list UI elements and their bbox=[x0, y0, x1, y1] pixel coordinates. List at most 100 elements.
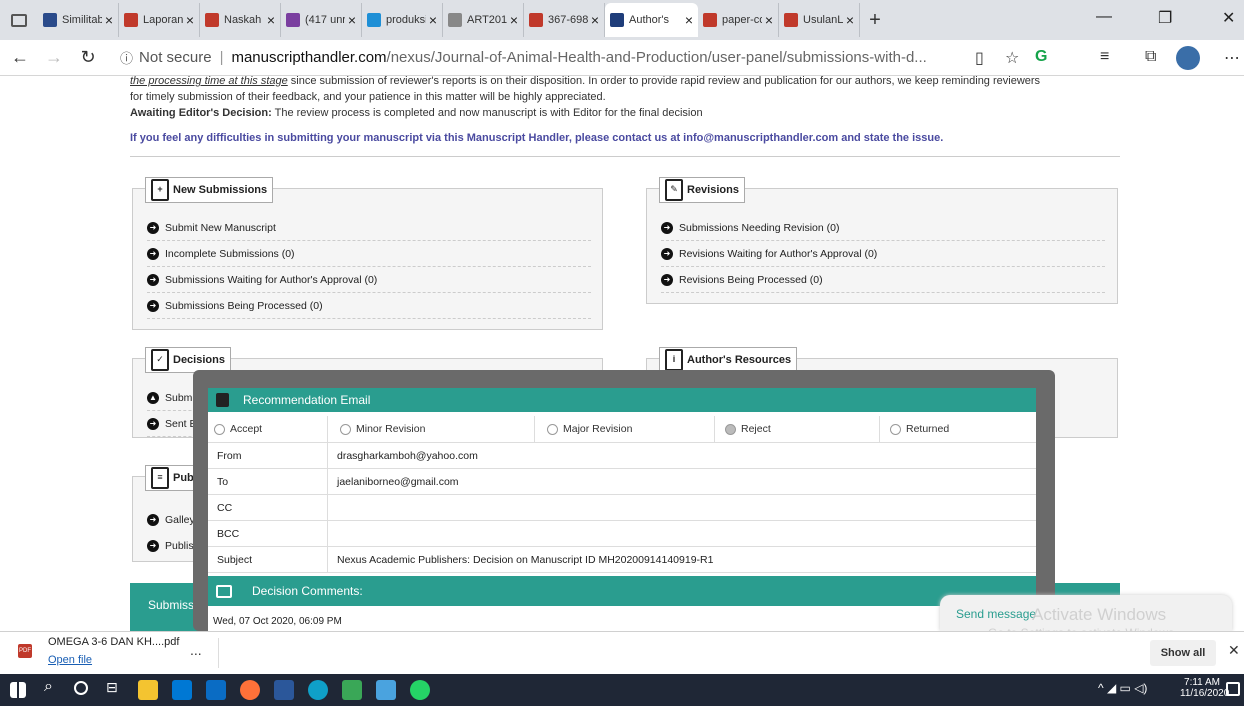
clock[interactable]: 7:11 AM 11/16/2020 bbox=[1180, 677, 1229, 699]
option-reject[interactable]: Reject bbox=[715, 416, 880, 442]
system-tray-icons[interactable]: ^ ◢ ▭ ◁) bbox=[1098, 681, 1147, 695]
close-tab-icon[interactable]: × bbox=[685, 12, 693, 28]
tab-7[interactable]: Author's × bbox=[605, 3, 698, 37]
open-file-link[interactable]: Open file bbox=[48, 654, 92, 666]
url-field[interactable]: ⓘ Not secure | manuscripthandler.com/nex… bbox=[120, 44, 980, 72]
tab-label: 367-698 bbox=[548, 14, 588, 26]
collections-icon[interactable]: ⧉ bbox=[1145, 48, 1156, 66]
tab-2[interactable]: Naskah × bbox=[200, 3, 281, 37]
pdf-icon: PDF bbox=[18, 644, 32, 658]
revisions-processed-link[interactable]: ➜ Revisions Being Processed (0) bbox=[661, 267, 1105, 293]
notifications-icon[interactable] bbox=[1226, 682, 1240, 696]
restore-icon[interactable]: ❐ bbox=[1158, 8, 1172, 28]
profile-avatar[interactable] bbox=[1176, 46, 1200, 70]
task-view-icon[interactable]: ⊟ bbox=[106, 679, 118, 696]
tab-9[interactable]: UsulanLe× bbox=[779, 3, 860, 37]
new-document-icon: + bbox=[151, 179, 169, 201]
download-bar: PDF OMEGA 3-6 DAN KH....pdf Open file ..… bbox=[0, 631, 1244, 674]
waiting-approval-link[interactable]: ➜ Submissions Waiting for Author's Approv… bbox=[147, 267, 591, 293]
option-minor-revision[interactable]: Minor Revision bbox=[328, 416, 535, 442]
download-more-button[interactable]: ... bbox=[190, 642, 202, 658]
word-icon[interactable] bbox=[274, 680, 294, 700]
close-tab-icon[interactable]: × bbox=[105, 12, 113, 28]
divider bbox=[130, 156, 1120, 157]
submit-new-manuscript-link[interactable]: ➜ Submit New Manuscript bbox=[147, 215, 591, 241]
close-tab-icon[interactable]: × bbox=[591, 12, 599, 28]
from-value[interactable]: drasgharkamboh@yahoo.com bbox=[328, 450, 478, 462]
favorites-list-icon[interactable]: ≡ bbox=[1100, 48, 1109, 66]
refresh-icon[interactable]: ↻ bbox=[74, 47, 102, 68]
download-filename[interactable]: OMEGA 3-6 DAN KH....pdf bbox=[48, 636, 179, 648]
back-icon[interactable]: ← bbox=[6, 47, 34, 68]
close-download-bar-icon[interactable]: ✕ bbox=[1228, 642, 1240, 659]
revision-document-icon: ✎ bbox=[665, 179, 683, 201]
forward-icon[interactable]: → bbox=[40, 47, 68, 68]
url-path: /nexus/Journal-of-Animal-Health-and-Prod… bbox=[386, 49, 927, 66]
subject-value[interactable]: Nexus Academic Publishers: Decision on M… bbox=[328, 554, 713, 566]
email-icon bbox=[216, 393, 229, 407]
tab-8[interactable]: paper-co × bbox=[698, 3, 779, 37]
tab-3[interactable]: (417 unr × bbox=[281, 3, 362, 37]
tab-4[interactable]: produksi × bbox=[362, 3, 443, 37]
tab-1[interactable]: Laporan × bbox=[119, 3, 200, 37]
close-tab-icon[interactable]: × bbox=[429, 12, 437, 28]
firefox-icon[interactable] bbox=[240, 680, 260, 700]
tab-label: ART2013 bbox=[467, 14, 507, 26]
search-icon[interactable]: ⌕ bbox=[44, 678, 53, 696]
radio-button[interactable] bbox=[340, 423, 351, 435]
whatsapp-icon[interactable] bbox=[410, 680, 430, 700]
windows-start-icon[interactable] bbox=[10, 682, 26, 698]
radio-button[interactable] bbox=[214, 423, 225, 435]
store-icon[interactable] bbox=[172, 680, 192, 700]
cortana-icon[interactable] bbox=[74, 681, 88, 695]
app-icon[interactable] bbox=[376, 680, 396, 700]
incomplete-submissions-link[interactable]: ➜ Incomplete Submissions (0) bbox=[147, 241, 591, 267]
show-all-button[interactable]: Show all bbox=[1150, 640, 1216, 666]
radio-button[interactable] bbox=[547, 423, 558, 435]
option-major-revision[interactable]: Major Revision bbox=[535, 416, 715, 442]
close-tab-icon[interactable]: × bbox=[267, 12, 275, 28]
option-accept[interactable]: Accept bbox=[208, 416, 328, 442]
read-aloud-icon[interactable]: ▯ bbox=[975, 48, 984, 68]
tab-5[interactable]: ART2013× bbox=[443, 3, 524, 37]
close-tab-icon[interactable]: × bbox=[765, 12, 773, 28]
tab-label: UsulanLe bbox=[803, 14, 843, 26]
new-tab-button[interactable]: + bbox=[860, 9, 890, 32]
more-menu-icon[interactable]: ⋯ bbox=[1224, 48, 1240, 68]
intro-line-2: for timely submission of their feedback,… bbox=[130, 91, 606, 103]
decision-document-icon: ✓ bbox=[151, 349, 169, 371]
mail-app-icon[interactable] bbox=[206, 680, 226, 700]
tab-6[interactable]: 367-698 × bbox=[524, 3, 605, 37]
intro-line-1: the processing time at this stage since … bbox=[130, 76, 1041, 87]
divider bbox=[218, 638, 219, 668]
radio-button[interactable] bbox=[890, 423, 901, 435]
grammarly-icon[interactable]: G bbox=[1035, 48, 1047, 66]
revisions-waiting-link[interactable]: ➜ Revisions Waiting for Author's Approval… bbox=[661, 241, 1105, 267]
needing-revision-link[interactable]: ➜ Submissions Needing Revision (0) bbox=[661, 215, 1105, 241]
info-icon[interactable]: ⓘ bbox=[120, 48, 133, 67]
tab-actions-icon[interactable] bbox=[0, 3, 38, 37]
decision-options-row: Accept Minor Revision Major Revision Rej… bbox=[208, 416, 1036, 443]
arrow-right-icon: ➜ bbox=[661, 273, 673, 286]
url-host: manuscripthandler.com bbox=[231, 49, 387, 66]
close-tab-icon[interactable]: × bbox=[510, 12, 518, 28]
radio-button-selected[interactable] bbox=[725, 423, 736, 435]
minimize-icon[interactable]: — bbox=[1096, 8, 1112, 26]
address-bar-row: ← → ↻ ⓘ Not secure | manuscripthandler.c… bbox=[0, 40, 1244, 76]
close-tab-icon[interactable]: × bbox=[846, 12, 854, 28]
send-message-label[interactable]: Send message bbox=[956, 607, 1036, 621]
edge-icon[interactable] bbox=[308, 680, 328, 700]
tab-label: Similitab bbox=[62, 14, 102, 26]
option-returned[interactable]: Returned bbox=[880, 416, 1036, 442]
being-processed-link[interactable]: ➜ Submissions Being Processed (0) bbox=[147, 293, 591, 319]
to-value[interactable]: jaelaniborneo@gmail.com bbox=[328, 476, 459, 488]
to-row: To jaelaniborneo@gmail.com bbox=[208, 469, 1036, 495]
close-tab-icon[interactable]: × bbox=[348, 12, 356, 28]
tab-0[interactable]: Similitab × bbox=[38, 3, 119, 37]
favorite-star-icon[interactable]: ☆ bbox=[1005, 48, 1019, 68]
close-tab-icon[interactable]: × bbox=[186, 12, 194, 28]
close-window-icon[interactable]: ✕ bbox=[1222, 8, 1235, 28]
app-icon[interactable] bbox=[342, 680, 362, 700]
file-explorer-icon[interactable] bbox=[138, 680, 158, 700]
subject-row: Subject Nexus Academic Publishers: Decisi… bbox=[208, 547, 1036, 573]
